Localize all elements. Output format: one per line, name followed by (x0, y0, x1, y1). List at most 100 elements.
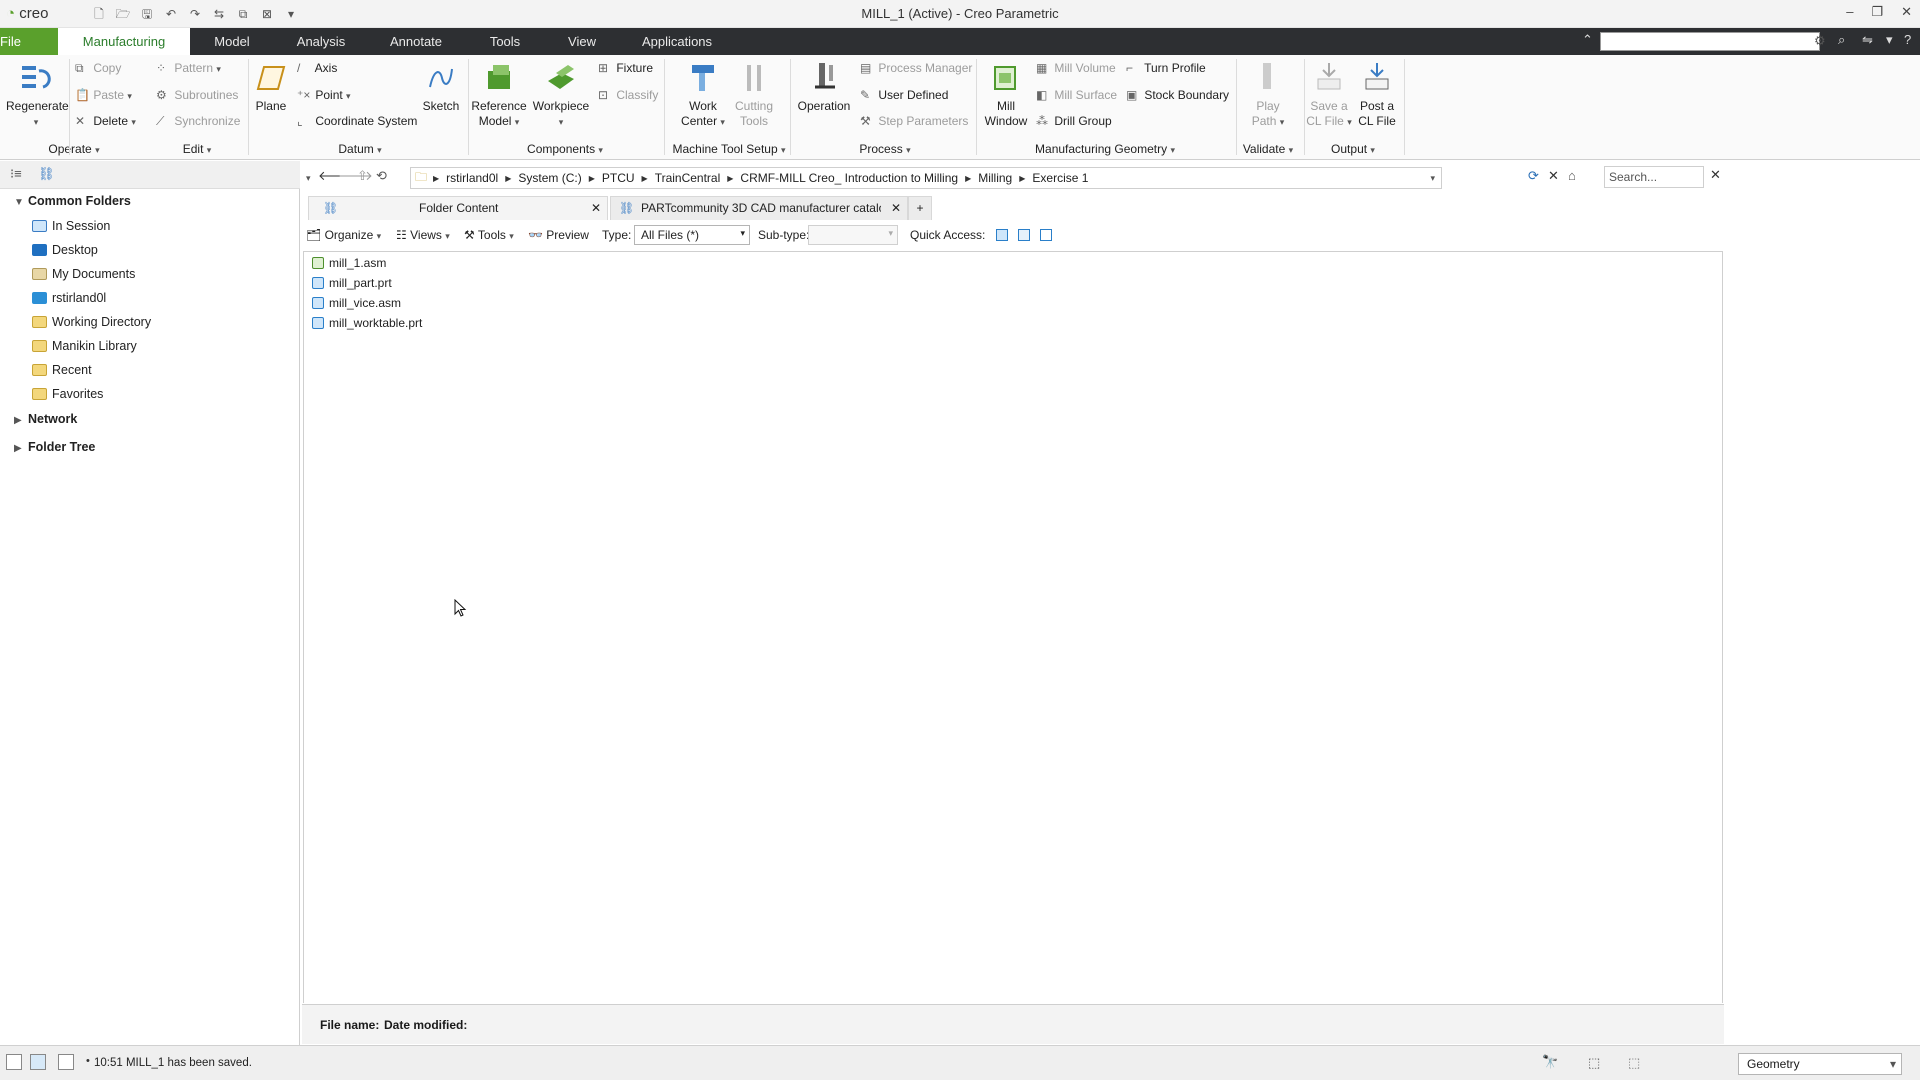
delete-button[interactable]: ✕ Delete ▾ (75, 114, 136, 128)
mill-volume-button[interactable]: ▦ Mill Volume (1036, 61, 1116, 75)
tab-annotate[interactable]: Annotate (384, 28, 448, 55)
group-components[interactable]: Components ▾ (520, 142, 610, 156)
redo-icon[interactable]: ↷ (184, 6, 206, 22)
tab-folder-content[interactable]: ⛓ Folder Content ✕ (308, 196, 608, 220)
undo-icon[interactable]: ↶ (160, 6, 182, 22)
preview-button[interactable]: 👓 Preview (528, 228, 589, 242)
group-manufacturing-geometry[interactable]: Manufacturing Geometry ▾ (1030, 142, 1180, 156)
mill-surface-button[interactable]: ◧ Mill Surface (1036, 88, 1117, 102)
post-cl-file-button[interactable]: Post a CL File (1354, 61, 1400, 129)
tab-applications[interactable]: Applications (636, 28, 718, 55)
subtype-select[interactable]: ▾ (808, 225, 898, 245)
user-defined-button[interactable]: ✎ User Defined (860, 88, 948, 102)
address-options-icon[interactable]: ▾ (306, 173, 311, 184)
close-icon[interactable]: ✕ (1901, 4, 1912, 20)
nav-desktop[interactable]: Desktop (32, 240, 98, 260)
breadcrumb-item[interactable]: PTCU (602, 171, 635, 185)
step-parameters-button[interactable]: ⚒ Step Parameters (860, 114, 968, 128)
reference-model-button[interactable]: Reference Model ▾ (470, 61, 528, 130)
classify-button[interactable]: ⊡ Classify (598, 88, 658, 102)
tab-file[interactable]: File (0, 28, 58, 55)
breadcrumb-item[interactable]: Exercise 1 (1032, 171, 1088, 185)
breadcrumb-item[interactable]: CRMF-MILL Creo_ Introduction to Milling (740, 171, 958, 185)
nav-favorites[interactable]: Favorites (32, 384, 103, 404)
group-operate[interactable]: Operate ▾ (46, 142, 102, 156)
subroutines-button[interactable]: ⚙ Subroutines (156, 88, 238, 102)
find-icon[interactable]: 🔭 (1542, 1054, 1558, 1070)
views-menu[interactable]: ☷ Views ▾ (396, 228, 450, 242)
browser-search-input[interactable]: Search... (1604, 166, 1704, 188)
cutting-tools-button[interactable]: Cutting Tools (730, 61, 778, 129)
save-icon[interactable]: 🖫 (136, 6, 158, 22)
address-dropdown-icon[interactable]: ▾ (1430, 173, 1435, 184)
group-edit[interactable]: Edit ▾ (172, 142, 222, 156)
collapse-ribbon-icon[interactable]: ⌃ (1582, 32, 1593, 48)
save-cl-file-button[interactable]: Save a CL File ▾ (1306, 61, 1352, 130)
command-search-icon[interactable]: ⌕ (1838, 32, 1845, 48)
tab-manufacturing[interactable]: Manufacturing (58, 28, 190, 55)
tab-analysis[interactable]: Analysis (290, 28, 352, 55)
drill-group-button[interactable]: ⁂ Drill Group (1036, 114, 1112, 128)
ribbon-options-icon[interactable]: ⇋ (1862, 32, 1873, 48)
operation-button[interactable]: Operation (794, 61, 854, 114)
command-search-input[interactable] (1600, 32, 1820, 51)
refresh-icon[interactable]: ⟳ (1528, 168, 1539, 184)
regenerate-button[interactable]: Regenerate ▾ (6, 61, 69, 130)
list-item[interactable]: mill_1.asm (312, 254, 386, 272)
show-navigator-icon[interactable] (6, 1054, 22, 1070)
full-screen-icon[interactable] (58, 1054, 74, 1070)
close-window-icon[interactable]: ⊠ (256, 6, 278, 22)
close-tab-icon[interactable]: ✕ (891, 197, 901, 219)
turn-profile-button[interactable]: ⌐ Turn Profile (1126, 61, 1206, 75)
fixture-button[interactable]: ⊞ Fixture (598, 61, 653, 75)
tools-menu[interactable]: ⚒ Tools ▾ (464, 228, 514, 242)
nav-working-directory[interactable]: Working Directory (32, 312, 151, 332)
tab-tools[interactable]: Tools (484, 28, 526, 55)
home-icon[interactable]: ⌂ (1568, 168, 1576, 183)
show-browser-icon[interactable] (30, 1054, 46, 1070)
common-folders-section[interactable]: ▼ Common Folders (14, 194, 131, 208)
group-datum[interactable]: Datum ▾ (330, 142, 390, 156)
history-icon[interactable]: ⟲ (376, 168, 387, 184)
nav-recent[interactable]: Recent (32, 360, 92, 380)
breadcrumb-item[interactable]: TrainCentral (655, 171, 721, 185)
stop-icon[interactable]: ✕ (1548, 168, 1559, 184)
breadcrumb-item[interactable]: rstirland0l (446, 171, 498, 185)
pattern-button[interactable]: ⁘ Pattern ▾ (156, 61, 221, 75)
workpiece-button[interactable]: Workpiece ▾ (530, 61, 592, 130)
point-button[interactable]: ⁺× Point ▾ (297, 88, 351, 102)
nav-in-session[interactable]: In Session (32, 216, 110, 236)
folder-browser-tab-icon[interactable]: ⛓ (38, 166, 55, 182)
model-tree-tab-icon[interactable]: ⁝≡ (10, 166, 22, 182)
new-tab-button[interactable]: + (908, 196, 932, 220)
regenerate-small-icon[interactable]: ⇆ (208, 6, 230, 22)
help-dropdown-icon[interactable]: ▾ (1886, 32, 1893, 48)
nav-computer[interactable]: rstirland0l (32, 288, 106, 308)
minimize-icon[interactable]: – (1846, 4, 1853, 20)
restore-icon[interactable]: ❐ (1871, 4, 1883, 20)
tab-view[interactable]: View (564, 28, 600, 55)
synchronize-button[interactable]: ⟋ Synchronize (156, 114, 240, 129)
close-tab-icon[interactable]: ✕ (591, 197, 601, 219)
search-settings-icon[interactable]: ⚙ (1814, 33, 1826, 49)
process-manager-button[interactable]: ▤ Process Manager (860, 61, 972, 75)
sketch-button[interactable]: Sketch (420, 61, 462, 114)
customize-qat-icon[interactable]: ▾ (280, 6, 302, 22)
group-output[interactable]: Output ▾ (1320, 142, 1386, 156)
plane-button[interactable]: Plane (250, 61, 292, 114)
list-item[interactable]: mill_worktable.prt (312, 314, 422, 332)
new-file-icon[interactable]: 🗋 (88, 6, 110, 22)
work-center-button[interactable]: Work Center ▾ (676, 61, 730, 130)
group-validate[interactable]: Validate ▾ (1240, 142, 1296, 156)
axis-button[interactable]: / Axis (297, 61, 337, 75)
quick-access-assembly-icon[interactable] (1018, 229, 1030, 241)
organize-menu[interactable]: 🗂 Organize ▾ (306, 228, 381, 242)
nav-manikin-library[interactable]: Manikin Library (32, 336, 137, 356)
list-item[interactable]: mill_part.prt (312, 274, 392, 292)
tab-model[interactable]: Model (204, 28, 260, 55)
quick-access-part-icon[interactable] (996, 229, 1008, 241)
stock-boundary-button[interactable]: ▣ Stock Boundary (1126, 88, 1229, 102)
smart-select-icon[interactable]: ⬚ (1628, 1055, 1640, 1071)
paste-button[interactable]: 📋 Paste ▾ (75, 88, 132, 102)
group-process[interactable]: Process ▾ (850, 142, 920, 156)
